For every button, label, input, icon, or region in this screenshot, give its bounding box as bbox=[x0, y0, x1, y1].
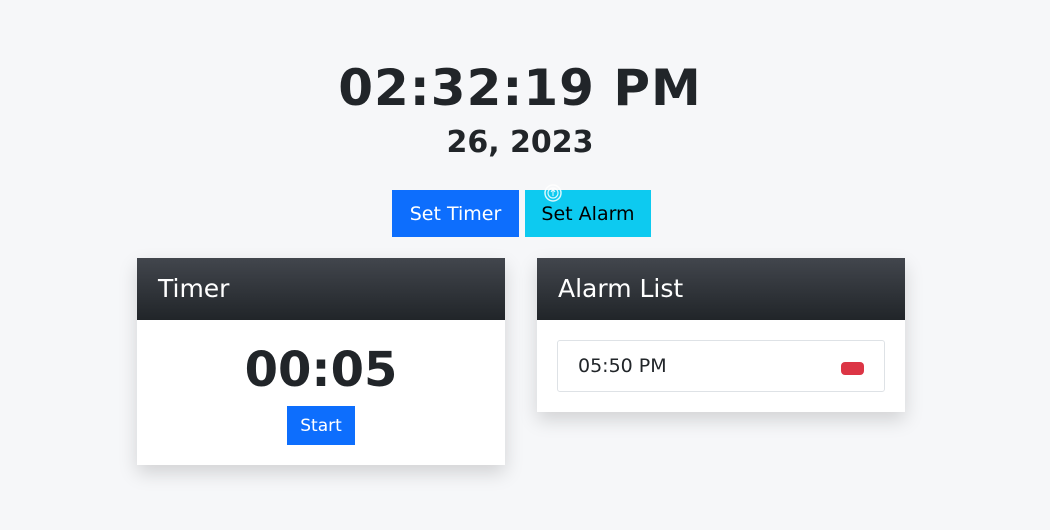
alarm-list-item: 05:50 PM bbox=[557, 340, 885, 392]
delete-alarm-button[interactable] bbox=[841, 362, 864, 375]
alarm-list-title: Alarm List bbox=[537, 258, 905, 320]
timer-display: 00:05 bbox=[244, 342, 398, 398]
current-time: 02:32:19 PM bbox=[338, 59, 702, 117]
timer-card: Timer 00:05 Start bbox=[137, 258, 505, 465]
alarm-list-card: Alarm List 05:50 PM bbox=[537, 258, 905, 412]
timer-card-title: Timer bbox=[137, 258, 505, 320]
clock-app: 02:32:19 PM 26, 2023 Set Timer Set Alarm… bbox=[0, 0, 1050, 530]
alarm-time: 05:50 PM bbox=[578, 355, 667, 377]
current-date: 26, 2023 bbox=[446, 125, 594, 160]
set-timer-button[interactable]: Set Timer bbox=[392, 190, 519, 237]
set-alarm-button[interactable]: Set Alarm bbox=[525, 190, 651, 237]
start-button[interactable]: Start bbox=[287, 406, 355, 445]
